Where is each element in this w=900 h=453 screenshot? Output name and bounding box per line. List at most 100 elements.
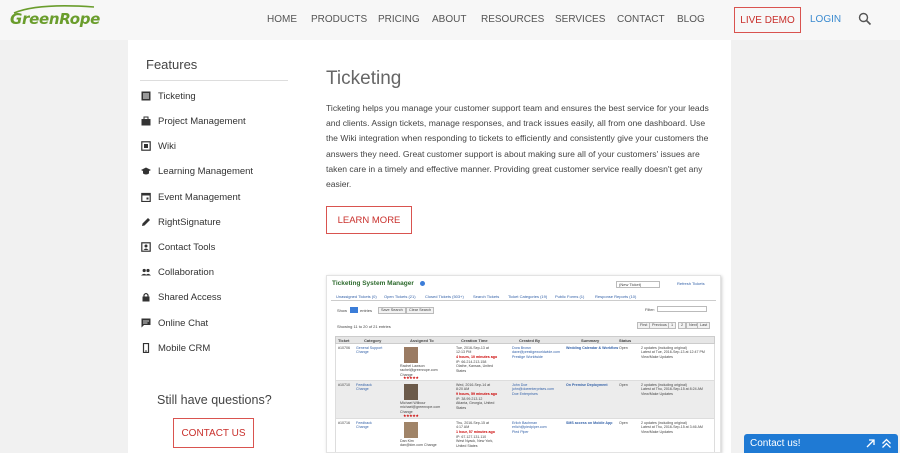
entries-select bbox=[350, 307, 358, 313]
nav-home[interactable]: HOME bbox=[267, 14, 297, 25]
pager-page: 1 bbox=[668, 322, 677, 329]
live-demo-button[interactable]: LIVE DEMO bbox=[734, 7, 801, 33]
rating-stars: ★★★★★ bbox=[403, 413, 419, 418]
sidebar-item-rightsignature[interactable]: RightSignature bbox=[141, 215, 221, 229]
page-title: Ticketing bbox=[326, 68, 402, 89]
creation-time-ago: 4 hours, 10 minutes ago bbox=[456, 355, 498, 359]
clear-search-button: Clear Search bbox=[406, 307, 435, 314]
nav-blog[interactable]: BLOG bbox=[677, 14, 705, 25]
ticket-summary: On Premise Deployment bbox=[566, 383, 608, 387]
logo-swoosh-icon bbox=[13, 5, 95, 14]
ticket-status: Open bbox=[619, 346, 628, 350]
screenshot-tab: Unassigned Tickets (0) bbox=[336, 294, 377, 299]
sidebar-item-ticketing[interactable]: Ticketing bbox=[141, 89, 196, 103]
nav-products[interactable]: PRODUCTS bbox=[311, 14, 367, 25]
screenshot-tab: Search Tickets bbox=[473, 294, 500, 299]
sidebar-item-collaboration[interactable]: Collaboration bbox=[141, 265, 214, 279]
sidebar-item-project-management[interactable]: Project Management bbox=[141, 114, 246, 128]
rating-stars: ★★★★★ bbox=[403, 375, 419, 380]
entries-label: entries bbox=[360, 308, 373, 313]
ticket-summary: Wedding Calendar & Workflow bbox=[566, 346, 619, 350]
nav-contact[interactable]: CONTACT bbox=[617, 14, 665, 25]
nav-pricing[interactable]: PRICING bbox=[378, 14, 420, 25]
calendar-icon bbox=[141, 192, 151, 202]
ticket-category: General Support Change bbox=[356, 346, 383, 355]
search-icon[interactable] bbox=[858, 12, 872, 26]
sidebar-item-label: Shared Access bbox=[158, 291, 222, 303]
sidebar-item-mobile-crm[interactable]: Mobile CRM bbox=[141, 341, 210, 355]
created-by: John Doe john@doeenterprises.com Doe Ent… bbox=[512, 383, 555, 396]
greenrope-logo[interactable]: GreenRope bbox=[10, 5, 100, 30]
assigned-to: Dan Kim dan@kim.com Change bbox=[400, 439, 437, 448]
screenshot-title: Ticketing System Manager bbox=[332, 280, 414, 287]
column-header: Created By bbox=[519, 338, 541, 343]
info-icon bbox=[420, 281, 425, 286]
ticket-updates: 2 updates (including original) Latest at… bbox=[641, 346, 705, 359]
column-header: Assigned To bbox=[410, 338, 434, 343]
still-have-questions: Still have questions? bbox=[157, 393, 272, 407]
sidebar-item-label: Contact Tools bbox=[158, 241, 216, 253]
screenshot-tab: Ticket Categories (19) bbox=[508, 294, 548, 299]
creation-ip: IP: 38.99.213.12 Atlanta, Georgia, Unite… bbox=[456, 397, 495, 410]
sidebar-item-label: Ticketing bbox=[158, 90, 196, 102]
column-header: Creation Time bbox=[461, 338, 488, 343]
sidebar-item-shared-access[interactable]: Shared Access bbox=[141, 290, 221, 304]
pager-last: Last bbox=[697, 322, 711, 329]
ticket-status: Open bbox=[619, 383, 628, 387]
filter-input bbox=[657, 306, 707, 312]
table-row: #10706 General Support Change Rachel Law… bbox=[335, 344, 715, 381]
sidebar-item-event-management[interactable]: Event Management bbox=[141, 190, 240, 204]
contact-card-icon bbox=[141, 242, 151, 252]
refresh-tickets-link: Refresh Tickets bbox=[677, 281, 705, 286]
sidebar-item-label: Event Management bbox=[158, 191, 241, 203]
contact-us-button[interactable]: CONTACT US bbox=[173, 418, 254, 448]
sidebar-item-online-chat[interactable]: Online Chat bbox=[141, 316, 208, 330]
show-label: Show bbox=[337, 308, 348, 313]
avatar bbox=[404, 422, 418, 438]
nav-resources[interactable]: RESOURCES bbox=[481, 14, 544, 25]
screenshot-tab: Open Tickets (21) bbox=[384, 294, 416, 299]
pager-page: 2 bbox=[678, 322, 687, 329]
list-icon bbox=[141, 91, 151, 101]
chat-label: Contact us! bbox=[750, 438, 801, 449]
sidebar-item-label: Collaboration bbox=[158, 266, 214, 278]
ticket-category: Feedback Change bbox=[356, 383, 372, 392]
sidebar-item-wiki[interactable]: Wiki bbox=[141, 139, 176, 153]
nav-about[interactable]: ABOUT bbox=[432, 14, 466, 25]
learn-more-button[interactable]: LEARN MORE bbox=[326, 206, 412, 234]
ticket-id: #10706 bbox=[338, 346, 350, 350]
filter-label: Filter: bbox=[645, 307, 655, 312]
login-link[interactable]: LOGIN bbox=[810, 14, 841, 25]
sidebar-divider bbox=[140, 80, 288, 81]
new-ticket-select: (New Ticket) bbox=[616, 281, 660, 288]
showing-entries: Showing 11 to 20 of 21 entries bbox=[337, 324, 391, 329]
sidebar-title: Features bbox=[146, 57, 198, 72]
nav-services[interactable]: SERVICES bbox=[555, 14, 605, 25]
screenshot-tab: Public Forms (1) bbox=[555, 294, 585, 299]
ticketing-screenshot: Ticketing System Manager (New Ticket) Re… bbox=[326, 275, 721, 453]
created-by: Erlich Bachman erlich@piedpiper.com Pied… bbox=[512, 421, 547, 434]
table-row: #10710 Feedback Change Michael Wilbour m… bbox=[335, 381, 715, 419]
avatar bbox=[404, 384, 418, 400]
sidebar-item-label: Learning Management bbox=[158, 165, 254, 177]
creation-time: Tue, 2016-Sep-13 at 12:13 PM bbox=[456, 346, 489, 355]
creation-time: Wed, 2016-Sep-14 at 8:20 AM bbox=[456, 383, 491, 392]
people-icon bbox=[141, 267, 151, 277]
creation-ip: IP: 67.127.131.110 West Nyack, New York,… bbox=[456, 435, 494, 448]
pager-previous: Previous bbox=[649, 322, 670, 329]
popout-icon[interactable] bbox=[865, 438, 876, 449]
chevron-up-icon[interactable] bbox=[881, 438, 892, 449]
sidebar-item-label: RightSignature bbox=[158, 216, 221, 228]
screenshot-tabs: Unassigned Tickets (0) Open Tickets (21)… bbox=[331, 293, 716, 301]
briefcase-icon bbox=[141, 116, 151, 126]
save-search-button: Save Search bbox=[378, 307, 406, 314]
contact-us-chat-widget[interactable]: Contact us! bbox=[744, 434, 898, 453]
column-header: Category bbox=[364, 338, 382, 343]
ticket-status: Open bbox=[619, 421, 628, 425]
sidebar-item-contact-tools[interactable]: Contact Tools bbox=[141, 240, 215, 254]
pen-icon bbox=[141, 217, 151, 227]
sidebar-item-learning-management[interactable]: Learning Management bbox=[141, 164, 253, 178]
creation-ip: IP: 66.214.213.158 Olathe, Kansas, Unite… bbox=[456, 360, 493, 373]
column-header: Status bbox=[619, 338, 632, 343]
ticket-updates: 2 updates (including original) Latest at… bbox=[641, 383, 703, 396]
